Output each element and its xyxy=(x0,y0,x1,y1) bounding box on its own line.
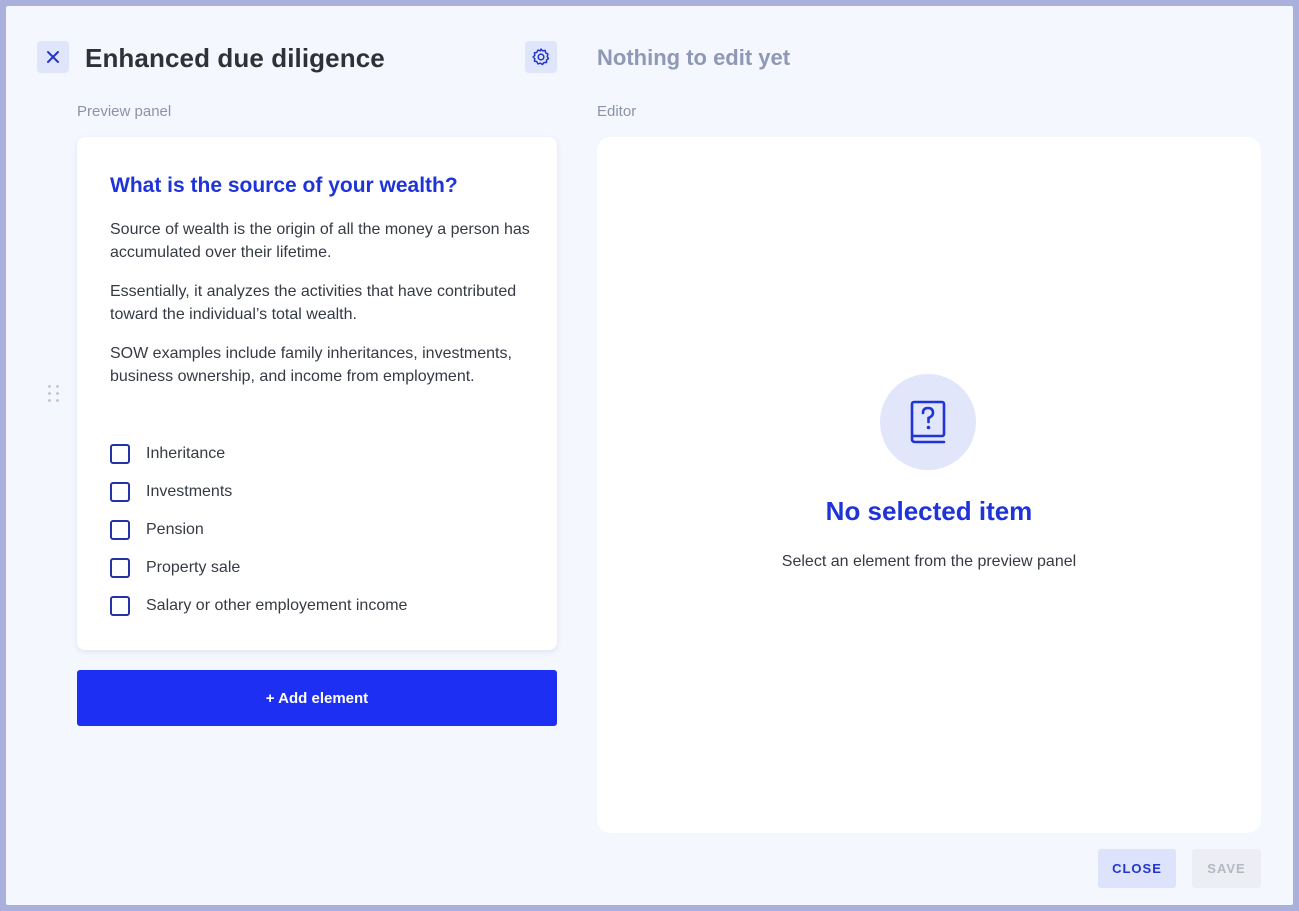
drag-handle-icon[interactable] xyxy=(48,385,60,403)
question-book-icon xyxy=(910,400,946,444)
empty-state-icon-wrapper xyxy=(880,374,976,470)
checkbox[interactable] xyxy=(110,482,130,502)
close-dialog-button[interactable] xyxy=(37,41,69,73)
checkbox[interactable] xyxy=(110,444,130,464)
modal-dialog: Enhanced due diligence Nothing to edit y… xyxy=(6,6,1293,905)
settings-button[interactable] xyxy=(525,41,557,73)
checkbox[interactable] xyxy=(110,520,130,540)
option-label: Property sale xyxy=(146,559,241,576)
close-icon xyxy=(47,51,59,63)
save-button[interactable]: SAVE xyxy=(1192,849,1261,888)
option-investments[interactable]: Investments xyxy=(110,481,232,503)
empty-state-subtitle: Select an element from the preview panel xyxy=(781,553,1077,570)
checkbox[interactable] xyxy=(110,596,130,616)
editor-label: Editor xyxy=(597,103,637,120)
question-title: What is the source of your wealth? xyxy=(110,174,458,197)
option-label: Inheritance xyxy=(146,445,226,462)
option-pension[interactable]: Pension xyxy=(110,519,204,541)
add-element-button[interactable]: + Add element xyxy=(77,670,557,726)
option-label: Salary or other employement income xyxy=(146,597,408,614)
option-property-sale[interactable]: Property sale xyxy=(110,557,240,579)
close-button[interactable]: CLOSE xyxy=(1098,849,1176,888)
preview-card[interactable]: What is the source of your wealth? Sourc… xyxy=(77,137,557,650)
checkbox[interactable] xyxy=(110,558,130,578)
editor-panel: No selected item Select an element from … xyxy=(597,137,1261,833)
gear-icon xyxy=(532,48,550,66)
question-description: Essentially, it analyzes the activities … xyxy=(110,283,517,323)
option-inheritance[interactable]: Inheritance xyxy=(110,443,225,465)
question-description: Source of wealth is the origin of all th… xyxy=(110,221,530,261)
option-salary[interactable]: Salary or other employement income xyxy=(110,595,407,617)
empty-state-title: No selected item xyxy=(825,496,1033,526)
editor-title: Nothing to edit yet xyxy=(597,45,791,70)
question-description: SOW examples include family inheritances… xyxy=(110,345,512,385)
preview-panel-label: Preview panel xyxy=(77,103,172,120)
option-label: Pension xyxy=(146,521,204,538)
page-title: Enhanced due diligence xyxy=(85,43,385,73)
option-label: Investments xyxy=(146,483,233,500)
